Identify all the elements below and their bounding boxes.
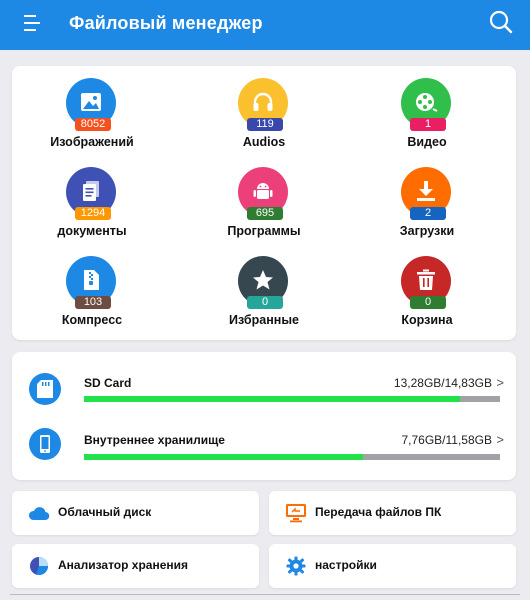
storage-progress-fill <box>84 454 363 460</box>
category-label: Компресс <box>61 313 123 327</box>
storage-icon-circle <box>29 373 61 405</box>
android-icon <box>253 183 273 199</box>
chevron-right-icon: > <box>496 432 504 447</box>
category-count: 695 <box>247 207 283 220</box>
storage-sd-card[interactable]: SD Card 13,28GB/14,83GB > <box>12 358 516 414</box>
phone-icon <box>40 435 50 453</box>
cloud-icon <box>28 507 50 521</box>
category-images[interactable]: 8052 Изображений <box>22 78 162 162</box>
document-icon <box>83 181 99 201</box>
category-documents[interactable]: 1294 документы <box>22 167 162 251</box>
storage-progress-bar <box>84 396 500 402</box>
category-label: документы <box>57 224 127 238</box>
category-compress[interactable]: 103 Компресс <box>22 256 162 340</box>
category-count: 0 <box>247 296 283 309</box>
storage-name: SD Card <box>84 376 132 390</box>
sd-card-icon <box>37 380 53 398</box>
category-count: 1 <box>410 118 446 131</box>
storage-progress-bar <box>84 454 500 460</box>
category-count: 8052 <box>75 118 111 131</box>
category-count: 1294 <box>75 207 111 220</box>
category-label: Программы <box>227 224 301 238</box>
category-favorites[interactable]: 0 Избранные <box>194 256 334 340</box>
storage-internal[interactable]: Внутреннее хранилище 7,76GB/11,58GB > <box>12 416 516 472</box>
pc-transfer-button[interactable]: Передача файлов ПК <box>269 491 516 535</box>
category-label: Audios <box>242 135 286 149</box>
category-programs[interactable]: 695 Программы <box>194 167 334 251</box>
search-icon[interactable] <box>488 9 514 35</box>
categories-card: 8052 Изображений 119 Audios 1 Видео 1294… <box>12 66 516 340</box>
storage-progress-fill <box>84 396 461 402</box>
category-label: Корзина <box>401 313 453 327</box>
tile-label: Облачный диск <box>58 505 152 519</box>
gear-icon <box>286 556 306 576</box>
storage-card: SD Card 13,28GB/14,83GB > Внутреннее хра… <box>12 352 516 480</box>
category-downloads[interactable]: 2 Загрузки <box>357 167 497 251</box>
app-title: Файловый менеджер <box>69 13 263 33</box>
category-trash[interactable]: 0 Корзина <box>357 256 497 340</box>
storage-size: 7,76GB/11,58GB <box>401 433 492 447</box>
headphones-icon <box>253 92 273 111</box>
trash-icon <box>417 269 435 290</box>
category-label: Загрузки <box>399 224 455 238</box>
film-reel-icon <box>416 93 438 112</box>
pc-transfer-icon <box>286 504 306 523</box>
archive-icon <box>84 270 99 290</box>
tile-label: настройки <box>315 558 377 572</box>
divider <box>10 594 520 595</box>
app-bar: Файловый менеджер <box>0 0 530 50</box>
category-label: Избранные <box>229 313 299 327</box>
cloud-disk-button[interactable]: Облачный диск <box>12 491 259 535</box>
tile-label: Передача файлов ПК <box>315 505 442 519</box>
category-label: Видео <box>407 135 447 149</box>
image-icon <box>81 93 101 111</box>
storage-icon-circle <box>29 428 61 460</box>
menu-icon[interactable] <box>22 12 44 34</box>
storage-name: Внутреннее хранилище <box>84 433 225 447</box>
category-count: 119 <box>247 118 283 131</box>
category-count: 0 <box>410 296 446 309</box>
star-icon <box>253 270 273 290</box>
category-count: 103 <box>75 296 111 309</box>
settings-button[interactable]: настройки <box>269 544 516 588</box>
storage-analyzer-button[interactable]: Анализатор хранения <box>12 544 259 588</box>
category-video[interactable]: 1 Видео <box>357 78 497 162</box>
pie-chart-icon <box>30 557 49 576</box>
category-count: 2 <box>410 207 446 220</box>
chevron-right-icon: > <box>496 375 504 390</box>
tile-label: Анализатор хранения <box>58 558 189 572</box>
category-audios[interactable]: 119 Audios <box>194 78 334 162</box>
download-icon <box>417 181 435 201</box>
category-label: Изображений <box>50 135 134 149</box>
storage-size: 13,28GB/14,83GB <box>393 376 492 390</box>
